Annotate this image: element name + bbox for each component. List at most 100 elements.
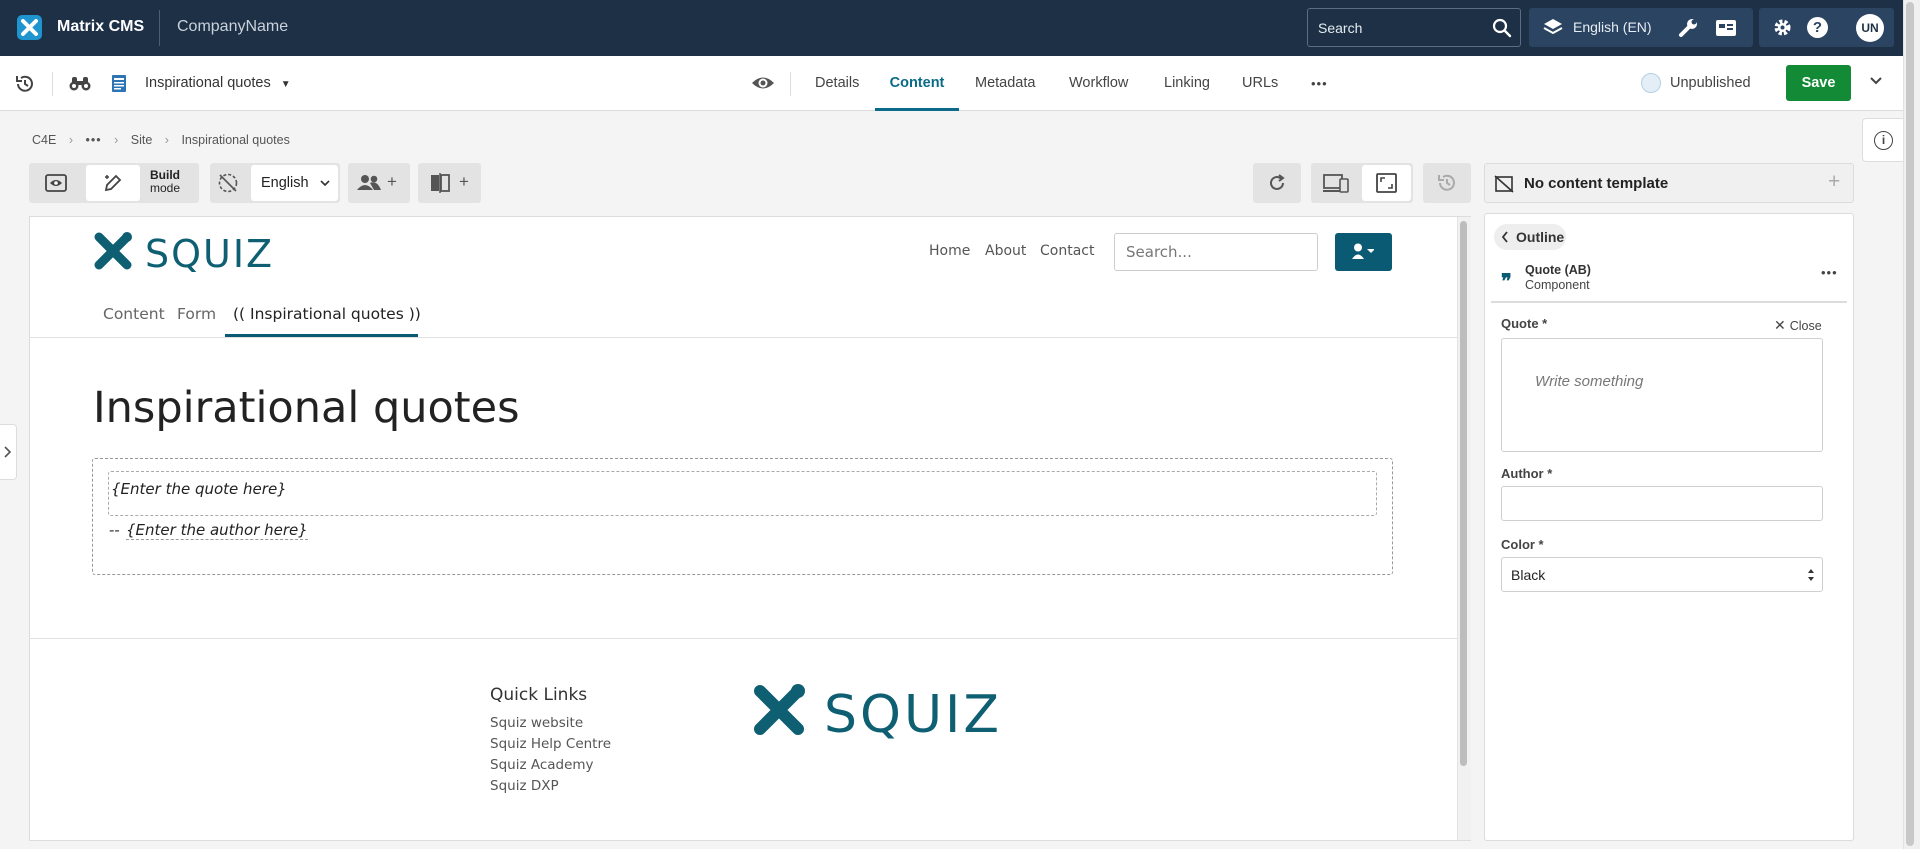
footer-link[interactable]: Squiz Help Centre	[490, 736, 611, 752]
author-field-label: Author *	[1501, 466, 1553, 481]
color-select[interactable]: Black	[1501, 557, 1823, 592]
breadcrumb-item[interactable]: Site	[131, 133, 153, 147]
site-subtab-content[interactable]: Content	[103, 305, 165, 323]
breadcrumb-item[interactable]: C4E	[32, 133, 56, 147]
quote-placeholder: {Enter the quote here}	[111, 480, 287, 498]
save-options-chevron-icon[interactable]	[1869, 76, 1883, 86]
matrix-logo-icon[interactable]	[17, 15, 42, 40]
language-tool-group: English	[210, 163, 340, 203]
add-variation-group[interactable]: +	[348, 163, 410, 203]
add-template-plus-icon[interactable]: +	[1828, 170, 1840, 194]
site-account-button[interactable]	[1335, 233, 1392, 271]
tab-linking[interactable]: Linking	[1164, 56, 1210, 111]
settings-group: ? UN	[1759, 8, 1894, 47]
divider	[1491, 301, 1847, 303]
close-field-button[interactable]: ✕ Close	[1774, 317, 1822, 334]
outline-label: Outline	[1516, 229, 1565, 245]
footer-squiz-logo: SQUIZ	[752, 683, 1002, 743]
page-scrollbar-thumb[interactable]	[1906, 2, 1914, 846]
status-unpublished-icon	[1641, 73, 1661, 93]
preview-scrollbar-thumb[interactable]	[1460, 221, 1467, 766]
language-switcher[interactable]: English (EN)	[1529, 8, 1676, 47]
divider	[30, 638, 1457, 639]
info-button[interactable]: i	[1862, 118, 1903, 162]
content-template-header: No content template +	[1484, 163, 1854, 203]
translate-off-icon[interactable]	[217, 172, 239, 194]
close-icon: ✕	[1774, 317, 1786, 333]
history-icon[interactable]	[14, 73, 36, 95]
footer-link[interactable]: Squiz website	[490, 715, 583, 731]
revision-history-button[interactable]	[1423, 163, 1471, 203]
site-nav-contact[interactable]: Contact	[1040, 243, 1094, 259]
quote-component-icon: ❞	[1501, 269, 1512, 293]
tab-urls[interactable]: URLs	[1242, 56, 1278, 111]
footer-heading: Quick Links	[490, 685, 588, 705]
full-width-view-button[interactable]	[1362, 165, 1411, 201]
site-nav-about[interactable]: About	[985, 243, 1026, 259]
quote-input-placeholder: Write something	[1535, 373, 1644, 390]
save-button[interactable]: Save	[1786, 65, 1851, 101]
refresh-preview-button[interactable]	[1253, 163, 1301, 203]
preview-mode-icon[interactable]	[45, 174, 67, 192]
site-search-placeholder: Search...	[1126, 243, 1192, 261]
build-mode-button[interactable]	[86, 165, 140, 201]
breadcrumb-separator-icon: ›	[164, 133, 169, 147]
site-nav-home[interactable]: Home	[929, 243, 970, 259]
asset-name-dropdown[interactable]: Inspirational quotes ▼	[145, 75, 291, 91]
chevron-right-icon	[3, 445, 13, 459]
no-template-icon	[1494, 175, 1514, 193]
refresh-icon	[1267, 173, 1287, 193]
responsive-devices-icon[interactable]	[1323, 173, 1349, 193]
site-subtab-inspirational-quotes[interactable]: (( Inspirational quotes ))	[233, 305, 421, 323]
help-icon[interactable]: ?	[1807, 17, 1828, 38]
author-placeholder[interactable]: {Enter the author here}	[126, 521, 308, 540]
site-search-input[interactable]: Search...	[1114, 233, 1318, 271]
wrench-icon[interactable]	[1677, 17, 1699, 39]
footer-link[interactable]: Squiz DXP	[490, 778, 559, 794]
build-mode-label-line2: mode	[150, 181, 181, 195]
content-language-select[interactable]: English	[251, 165, 338, 201]
asset-panel-icon[interactable]	[1715, 19, 1737, 37]
breadcrumb-ellipsis[interactable]: •••	[85, 133, 101, 147]
company-name[interactable]: CompanyName	[177, 18, 288, 36]
site-subtab-form[interactable]: Form	[177, 305, 216, 323]
user-avatar[interactable]: UN	[1856, 14, 1884, 42]
author-input[interactable]	[1501, 486, 1823, 521]
footer-link[interactable]: Squiz Academy	[490, 757, 594, 773]
people-icon	[357, 174, 381, 190]
asset-toolbar: Inspirational quotes ▼ Details Content M…	[0, 56, 1903, 111]
page-asset-icon	[111, 74, 127, 93]
left-panel-toggle[interactable]	[0, 424, 17, 480]
page-heading: Inspirational quotes	[93, 383, 520, 433]
quote-component-block[interactable]: {Enter the quote here} -- {Enter the aut…	[92, 458, 1393, 575]
more-tabs-button[interactable]: •••	[1311, 56, 1328, 111]
device-toggle-group	[1311, 163, 1413, 203]
quote-rich-text-input[interactable]: Write something	[1501, 338, 1823, 452]
no-template-label: No content template	[1524, 175, 1669, 192]
info-icon: i	[1874, 131, 1893, 150]
chevron-down-icon	[320, 179, 330, 187]
breadcrumb-separator-icon: ›	[114, 133, 119, 147]
tab-details[interactable]: Details	[815, 56, 859, 111]
select-arrows-icon	[1807, 568, 1815, 582]
gear-icon[interactable]	[1772, 17, 1793, 38]
tab-metadata[interactable]: Metadata	[975, 56, 1035, 111]
tab-workflow[interactable]: Workflow	[1069, 56, 1128, 111]
outline-back-button[interactable]: Outline	[1494, 224, 1566, 250]
tab-content[interactable]: Content	[875, 56, 959, 111]
component-edit-panel: Outline ❞ Quote (AB) Component ••• Quote…	[1484, 213, 1854, 841]
footer-logo-text: SQUIZ	[824, 685, 1002, 743]
quote-text-region[interactable]: {Enter the quote here}	[108, 471, 1377, 516]
divider	[159, 10, 160, 46]
search-icon[interactable]	[1492, 18, 1512, 38]
component-menu-button[interactable]: •••	[1821, 265, 1838, 280]
squiz-logo[interactable]: SQUIZ	[93, 231, 273, 275]
caret-down-icon: ▼	[280, 79, 291, 90]
global-search-input[interactable]: Search	[1307, 8, 1521, 47]
breadcrumb-item[interactable]: Inspirational quotes	[181, 133, 289, 147]
binoculars-icon[interactable]	[69, 76, 91, 92]
close-label: Close	[1789, 319, 1822, 333]
asset-name: Inspirational quotes	[145, 75, 271, 91]
preview-eye-icon[interactable]	[751, 73, 775, 93]
add-layout-group[interactable]: +	[418, 163, 481, 203]
